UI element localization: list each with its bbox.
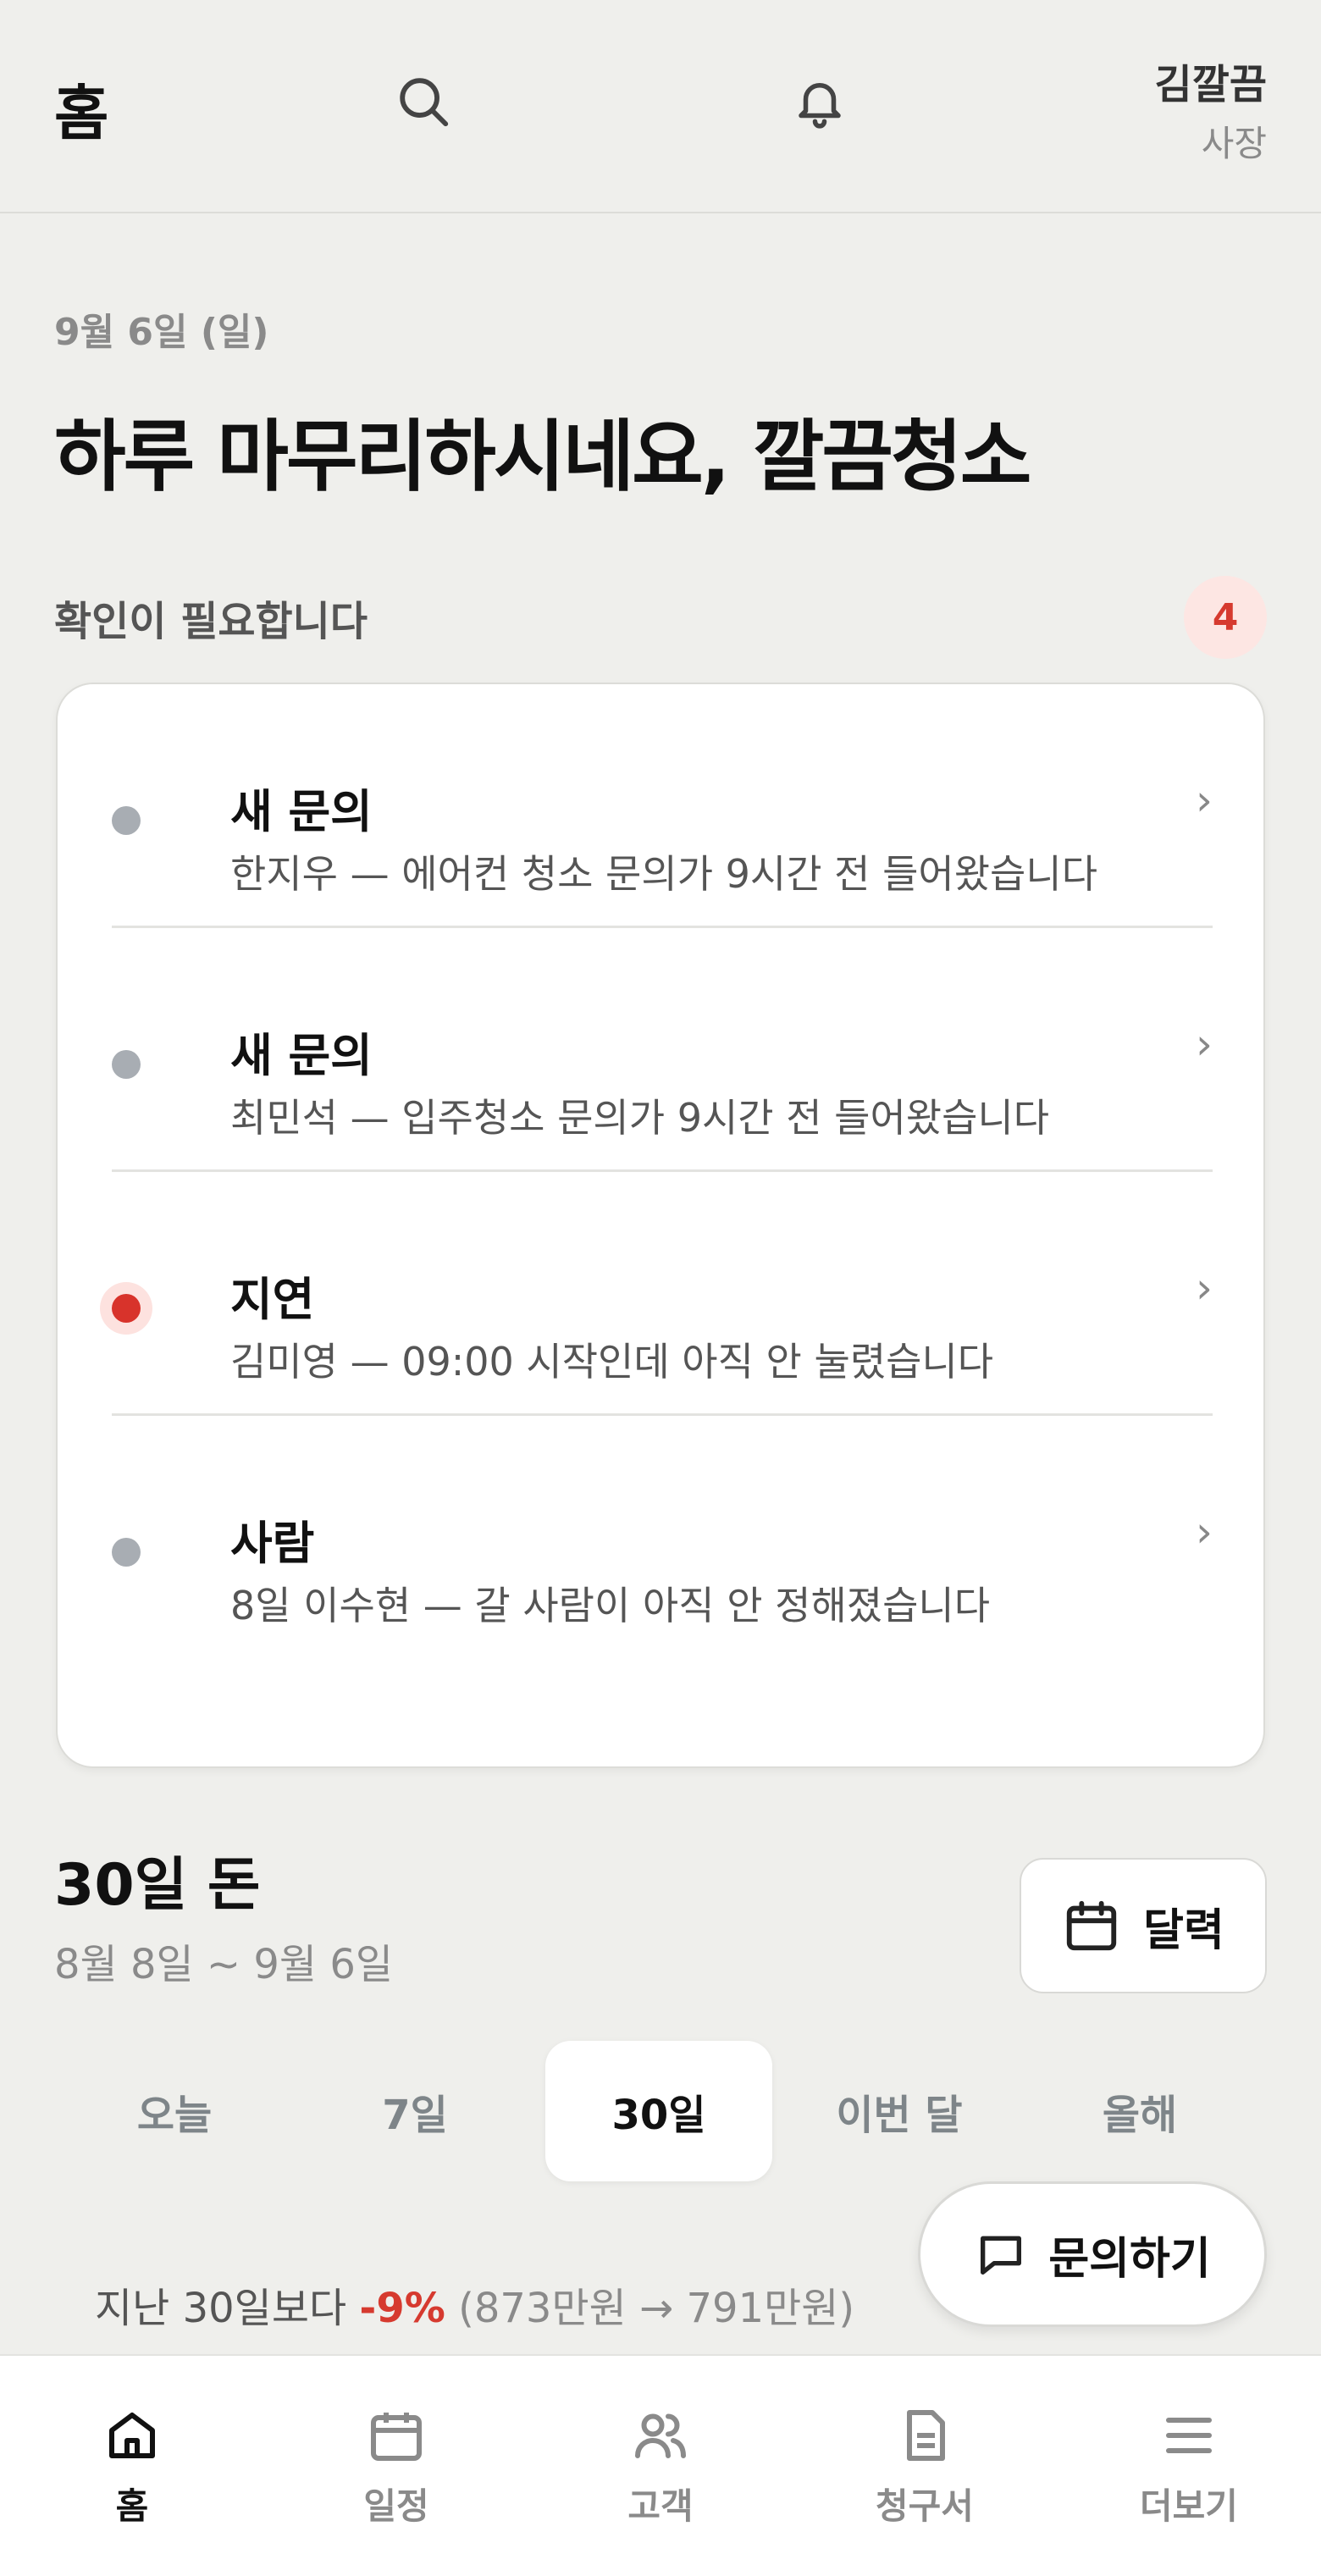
chat-bubble-icon — [981, 2236, 1022, 2275]
tab-today[interactable]: 오늘 — [61, 2041, 288, 2181]
attention-item-title: 지연 — [230, 1273, 315, 1326]
home-icon — [109, 2413, 155, 2458]
nav-more[interactable]: 더보기 — [1104, 2405, 1274, 2529]
document-icon — [907, 2410, 945, 2461]
attention-item-description: 8일 이수현 — 갈 사람이 아직 안 정해졌습니다 — [230, 1583, 991, 1628]
inquiry-fab-button[interactable]: 문의하기 — [918, 2181, 1267, 2327]
menu-icon — [1166, 2418, 1212, 2453]
alert-status-dot — [112, 1294, 141, 1323]
attention-item[interactable]: 지연 김미영 — 09:00 시작인데 아직 안 눌렸습니다 › — [112, 1172, 1213, 1416]
status-dot — [112, 1538, 141, 1567]
nav-customers[interactable]: 고객 — [576, 2405, 745, 2529]
nav-label: 고객 — [627, 2485, 694, 2527]
attention-section-title: 확인이 필요합니다 — [54, 598, 368, 645]
nav-schedule[interactable]: 일정 — [312, 2405, 481, 2529]
tab-this-year[interactable]: 올해 — [1026, 2041, 1253, 2181]
calendar-icon — [1066, 1900, 1117, 1951]
top-app-bar: 홈 김깔끔 사장 — [0, 0, 1321, 213]
chevron-right-icon: › — [1196, 1507, 1213, 1556]
tab-this-month[interactable]: 이번 달 — [786, 2041, 1013, 2181]
search-icon — [400, 78, 449, 127]
comparison-detail: (873만원 → 791만원) — [458, 2285, 855, 2332]
inquiry-fab-label: 문의하기 — [1048, 2233, 1211, 2285]
attention-count-badge: 4 — [1184, 576, 1267, 659]
status-dot — [112, 1050, 141, 1079]
attention-item-title: 새 문의 — [230, 785, 373, 838]
nav-label: 홈 — [115, 2485, 149, 2527]
chevron-right-icon: › — [1196, 1263, 1213, 1313]
calendar-icon — [371, 2413, 422, 2461]
user-profile[interactable]: 김깔끔 사장 — [1155, 51, 1267, 167]
page-title: 홈 — [54, 79, 109, 148]
current-date: 9월 6일 (일) — [54, 311, 269, 354]
search-button[interactable] — [391, 69, 456, 134]
chevron-right-icon: › — [1196, 776, 1213, 825]
comparison-prefix: 지난 30일보다 — [95, 2285, 347, 2332]
tab-7-days[interactable]: 7일 — [301, 2041, 528, 2181]
attention-item-description: 최민석 — 입주청소 문의가 9시간 전 들어왔습니다 — [230, 1095, 1050, 1141]
attention-card: 새 문의 한지우 — 에어컨 청소 문의가 9시간 전 들어왔습니다 › 새 문… — [56, 683, 1265, 1768]
nav-label: 일정 — [363, 2485, 429, 2527]
nav-label: 더보기 — [1140, 2485, 1238, 2527]
attention-item-title: 사람 — [230, 1517, 315, 1570]
status-dot — [112, 806, 141, 835]
user-role: 사장 — [1201, 123, 1267, 164]
calendar-button[interactable]: 달력 — [1020, 1858, 1267, 1993]
tab-30-days[interactable]: 30일 — [545, 2041, 772, 2181]
money-section-title: 30일 돈 — [54, 1852, 261, 1919]
period-comparison: 지난 30일보다 -9% (873만원 → 791만원) — [95, 2275, 854, 2334]
nav-label: 청구서 — [876, 2485, 974, 2527]
chevron-right-icon: › — [1196, 1020, 1213, 1069]
attention-item-description: 김미영 — 09:00 시작인데 아직 안 눌렸습니다 — [230, 1339, 994, 1385]
calendar-button-label: 달력 — [1143, 1904, 1224, 1956]
notifications-button[interactable] — [788, 69, 852, 134]
nav-home[interactable]: 홈 — [47, 2405, 217, 2529]
comparison-change: -9% — [359, 2285, 445, 2332]
attention-item-title: 새 문의 — [230, 1029, 373, 1082]
attention-item[interactable]: 새 문의 최민석 — 입주청소 문의가 9시간 전 들어왔습니다 › — [112, 928, 1213, 1172]
attention-item-description: 한지우 — 에어컨 청소 문의가 9시간 전 들어왔습니다 — [230, 851, 1098, 897]
attention-item[interactable]: 사람 8일 이수현 — 갈 사람이 아직 안 정해졌습니다 › — [112, 1416, 1213, 1660]
attention-item[interactable]: 새 문의 한지우 — 에어컨 청소 문의가 9시간 전 들어왔습니다 › — [112, 684, 1213, 928]
greeting-heading: 하루 마무리하시네요, 깔끔청소 — [54, 412, 1031, 502]
bell-icon — [799, 83, 841, 129]
period-tabs: 오늘 7일 30일 이번 달 올해 — [61, 2041, 1260, 2181]
user-name: 김깔끔 — [1154, 61, 1267, 108]
bottom-navigation: 홈 일정 고객 청구서 더보기 — [0, 2354, 1321, 2576]
nav-invoices[interactable]: 청구서 — [840, 2405, 1009, 2529]
money-date-range: 8월 8일 ~ 9월 6일 — [54, 1941, 394, 1988]
users-icon — [635, 2413, 686, 2458]
